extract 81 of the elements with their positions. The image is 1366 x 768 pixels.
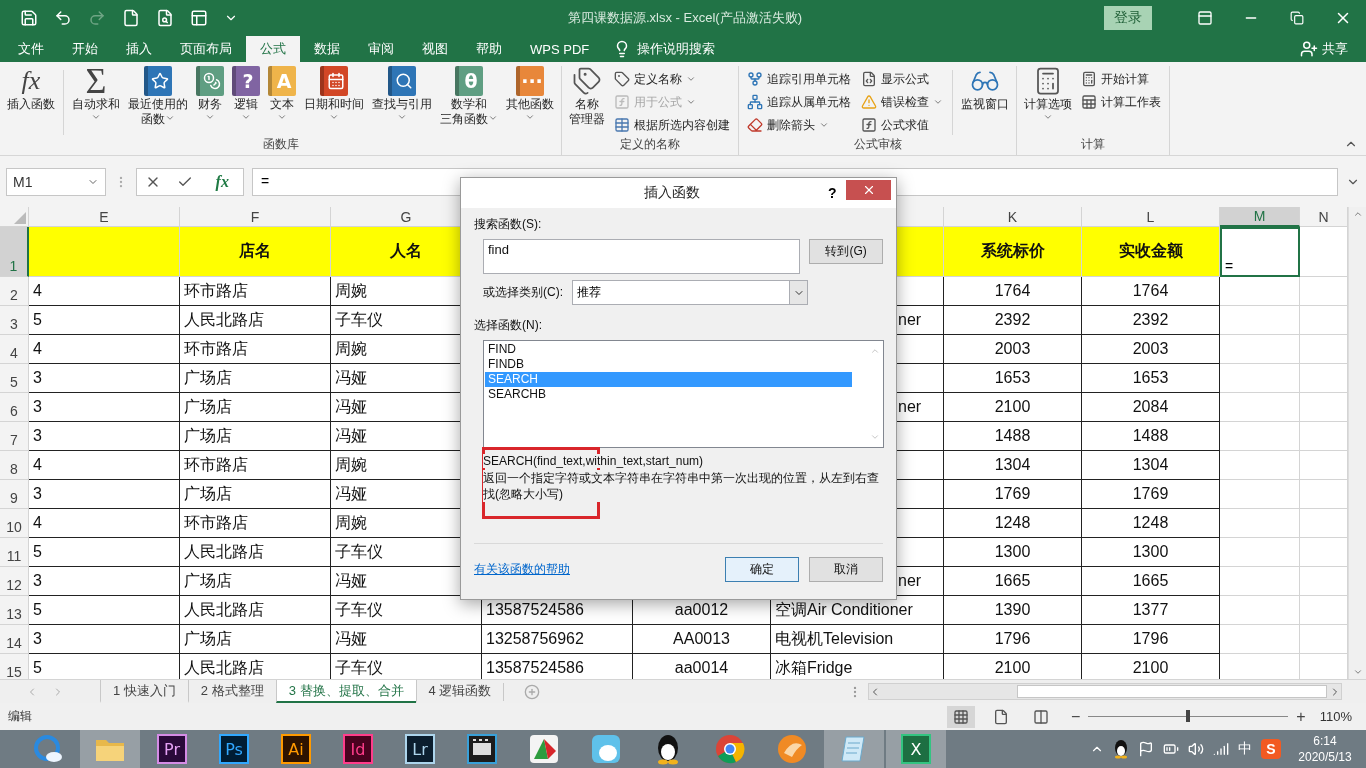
table-cell: 2084 <box>1082 393 1220 422</box>
table-cell: 13258756962 <box>482 625 633 654</box>
table-cell: 1248 <box>1082 509 1220 538</box>
table-cell: 5 <box>29 306 180 335</box>
table-cell: 2100 <box>944 393 1082 422</box>
table-cell: 1796 <box>1082 625 1220 654</box>
table-cell: 3 <box>29 480 180 509</box>
table-cell: 环市路店 <box>180 509 331 538</box>
status-mode: 编辑 <box>8 708 32 725</box>
table-cell: 3 <box>29 364 180 393</box>
table-cell: 4 <box>29 509 180 538</box>
category-label: 或选择类别(C): <box>483 284 563 301</box>
header-cell: 系统标价 <box>944 227 1082 277</box>
book-icon: ? <box>232 66 260 96</box>
app-icon: Id <box>343 734 373 764</box>
table-cell: 人民北路店 <box>180 538 331 567</box>
group-label: 计算 <box>1080 136 1106 153</box>
table-cell: 1248 <box>944 509 1082 538</box>
table-cell: 环市路店 <box>180 451 331 480</box>
table-cell: 广场店 <box>180 422 331 451</box>
table-cell: 1300 <box>944 538 1082 567</box>
window-title: 第四课数据源.xlsx - Excel(产品激活失败) <box>567 9 803 27</box>
table-cell: 3 <box>29 422 180 451</box>
function-signature: SEARCH(find_text,within_text,start_num) <box>483 454 704 468</box>
table-cell: 1769 <box>1082 480 1220 509</box>
table-cell: 3 <box>29 567 180 596</box>
table-cell: 1665 <box>1082 567 1220 596</box>
table-cell: 4 <box>29 451 180 480</box>
app-icon: X <box>901 734 931 764</box>
table-cell: 空调Air Conditioner <box>771 596 944 625</box>
fx-icon: fx <box>21 66 41 96</box>
table-cell: 5 <box>29 596 180 625</box>
dialog-title: 插入函数 <box>642 184 701 202</box>
table-cell: 1300 <box>1082 538 1220 567</box>
table-cell: 4 <box>29 335 180 364</box>
table-cell: 2392 <box>1082 306 1220 335</box>
app-icon: Lr <box>405 734 435 764</box>
book-icon: θ <box>455 66 483 96</box>
table-cell: 1796 <box>944 625 1082 654</box>
table-cell: 广场店 <box>180 567 331 596</box>
table-cell: AA0013 <box>633 625 771 654</box>
table-cell: 1769 <box>944 480 1082 509</box>
group-label: 定义的名称 <box>619 136 681 153</box>
header-cell: 实收金额 <box>1082 227 1220 277</box>
table-cell: 1764 <box>944 277 1082 306</box>
table-cell: 3 <box>29 625 180 654</box>
table-cell: 4 <box>29 277 180 306</box>
table-cell: 1488 <box>944 422 1082 451</box>
table-cell: 1304 <box>944 451 1082 480</box>
table-cell: 1488 <box>1082 422 1220 451</box>
sigma-icon: Σ <box>85 66 107 96</box>
table-cell: 广场店 <box>180 625 331 654</box>
table-cell: 1653 <box>1082 364 1220 393</box>
group-label: 公式审核 <box>852 136 903 153</box>
table-cell: 3 <box>29 393 180 422</box>
table-cell: 1665 <box>944 567 1082 596</box>
header-cell: 店名 <box>180 227 331 277</box>
app-icon: Pr <box>157 734 187 764</box>
table-cell: 2392 <box>944 306 1082 335</box>
app-icon: Ps <box>219 734 249 764</box>
table-cell: 人民北路店 <box>180 306 331 335</box>
table-cell: 人民北路店 <box>180 596 331 625</box>
table-cell: 1304 <box>1082 451 1220 480</box>
table-cell: 1377 <box>1082 596 1220 625</box>
table-cell: 广场店 <box>180 393 331 422</box>
table-cell: 2003 <box>1082 335 1220 364</box>
table-cell: 环市路店 <box>180 277 331 306</box>
table-cell: 2003 <box>944 335 1082 364</box>
table-cell: 5 <box>29 538 180 567</box>
table-cell: 1390 <box>944 596 1082 625</box>
app-icon: Ai <box>281 734 311 764</box>
table-cell: 1653 <box>944 364 1082 393</box>
table-cell: 广场店 <box>180 364 331 393</box>
table-cell: 冯娅 <box>331 625 482 654</box>
table-cell: 1764 <box>1082 277 1220 306</box>
book-icon: ··· <box>516 66 544 96</box>
table-cell: 广场店 <box>180 480 331 509</box>
group-label: 函数库 <box>261 136 300 153</box>
table-cell: 环市路店 <box>180 335 331 364</box>
book-icon: A <box>268 66 296 96</box>
table-cell: 电视机Television <box>771 625 944 654</box>
